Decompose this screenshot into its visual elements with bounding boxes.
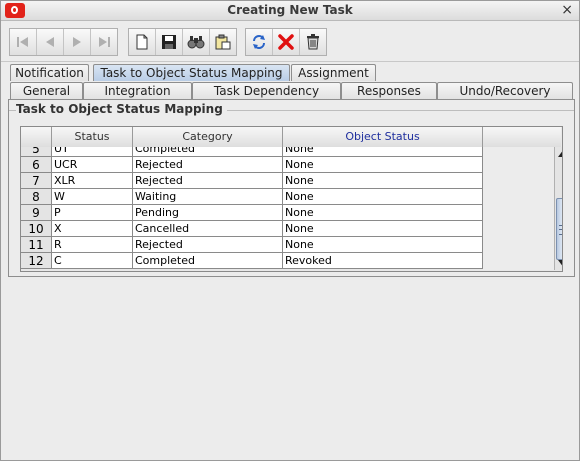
find-icon: [187, 36, 205, 49]
category-cell[interactable]: Cancelled: [133, 221, 283, 237]
clipboard-button[interactable]: [210, 29, 236, 55]
category-cell[interactable]: Waiting: [133, 189, 283, 205]
object-status-cell[interactable]: None: [283, 157, 483, 173]
category-cell[interactable]: Completed: [133, 147, 283, 157]
tab-responses[interactable]: Responses: [341, 82, 437, 99]
table-row[interactable]: 6 UCR Rejected None: [21, 157, 483, 173]
object-status-cell[interactable]: None: [283, 205, 483, 221]
window-title: Creating New Task: [227, 3, 353, 17]
first-record-icon: [17, 37, 28, 47]
table-row[interactable]: 10 X Cancelled None: [21, 221, 483, 237]
row-number-cell[interactable]: 7: [21, 173, 52, 189]
table-header: Status Category Object Status: [21, 127, 561, 148]
vertical-scrollbar[interactable]: [554, 147, 562, 270]
tab-integration[interactable]: Integration: [83, 82, 192, 99]
close-button[interactable]: ×: [561, 2, 573, 18]
refresh-button[interactable]: [246, 29, 273, 55]
status-cell[interactable]: C: [52, 253, 133, 269]
mapping-panel: Task to Object Status Mapping Status Cat…: [8, 99, 575, 277]
next-record-icon: [73, 37, 81, 47]
object-status-cell[interactable]: None: [283, 189, 483, 205]
status-cell[interactable]: UCR: [52, 157, 133, 173]
chevron-up-icon: [557, 151, 562, 157]
tab-undo-recovery[interactable]: Undo/Recovery: [437, 82, 573, 99]
row-number-cell[interactable]: 9: [21, 205, 52, 221]
new-document-icon: [136, 34, 148, 50]
table-body: 5 UT Completed None 6 UCR Rejected None 7 XLR Reje…: [21, 147, 554, 270]
status-cell[interactable]: W: [52, 189, 133, 205]
category-column-header[interactable]: Category: [133, 127, 283, 147]
refresh-icon: [253, 35, 265, 49]
tab-assignment[interactable]: Assignment: [291, 64, 376, 81]
row-number-cell[interactable]: 11: [21, 237, 52, 253]
table-row[interactable]: 7 XLR Rejected None: [21, 173, 483, 189]
table-row[interactable]: 8 W Waiting None: [21, 189, 483, 205]
row-number-cell[interactable]: 5: [21, 147, 52, 157]
row-number-cell[interactable]: 8: [21, 189, 52, 205]
table-row[interactable]: 9 P Pending None: [21, 205, 483, 221]
status-cell[interactable]: P: [52, 205, 133, 221]
row-number-cell[interactable]: 12: [21, 253, 52, 269]
scroll-up-button[interactable]: [556, 148, 562, 160]
category-cell[interactable]: Completed: [133, 253, 283, 269]
status-cell[interactable]: R: [52, 237, 133, 253]
row-number-header: [21, 127, 52, 147]
object-status-cell[interactable]: None: [283, 221, 483, 237]
clipboard-icon: [215, 34, 231, 50]
save-button[interactable]: [156, 29, 183, 55]
category-cell[interactable]: Rejected: [133, 157, 283, 173]
record-navigation-group: [9, 28, 118, 56]
row-number-cell[interactable]: 6: [21, 157, 52, 173]
scroll-thumb[interactable]: [556, 198, 562, 260]
find-button[interactable]: [183, 29, 210, 55]
next-record-button[interactable]: [64, 29, 91, 55]
category-cell[interactable]: Rejected: [133, 173, 283, 189]
table-empty-area: [483, 147, 554, 270]
document-actions-group: [128, 28, 237, 56]
category-cell[interactable]: Pending: [133, 205, 283, 221]
row-number-cell[interactable]: 10: [21, 221, 52, 237]
delete-icon: [278, 34, 294, 50]
title-bar[interactable]: Creating New Task ×: [1, 1, 579, 21]
tab-task-dependency[interactable]: Task Dependency: [192, 82, 341, 99]
status-mapping-table: Status Category Object Status 5 UT Complet…: [20, 126, 563, 272]
category-cell[interactable]: Rejected: [133, 237, 283, 253]
panel-title: Task to Object Status Mapping: [16, 102, 227, 116]
object-status-column-header[interactable]: Object Status: [283, 127, 483, 147]
scroll-grip-icon: [559, 225, 562, 235]
window: Creating New Task × Notification Task to…: [0, 0, 580, 461]
save-icon: [162, 35, 176, 49]
tab-task-to-object-status-mapping[interactable]: Task to Object Status Mapping: [93, 64, 290, 81]
toolbar: [1, 21, 579, 62]
tab-general[interactable]: General: [10, 82, 83, 99]
object-status-cell[interactable]: None: [283, 237, 483, 253]
tab-notification[interactable]: Notification: [10, 64, 89, 81]
status-cell[interactable]: UT: [52, 147, 133, 157]
status-cell[interactable]: XLR: [52, 173, 133, 189]
last-record-button[interactable]: [91, 29, 117, 55]
table-row[interactable]: 11 R Rejected None: [21, 237, 483, 253]
trash-button[interactable]: [300, 29, 326, 55]
chevron-down-icon: [557, 260, 562, 266]
delete-button[interactable]: [273, 29, 300, 55]
status-cell[interactable]: X: [52, 221, 133, 237]
table-row[interactable]: 5 UT Completed None: [21, 147, 483, 157]
previous-record-button[interactable]: [37, 29, 64, 55]
status-column-header[interactable]: Status: [52, 127, 133, 147]
trash-icon: [307, 34, 319, 50]
last-record-icon: [99, 37, 110, 47]
edit-actions-group: [245, 28, 327, 56]
object-status-cell[interactable]: Revoked: [283, 253, 483, 269]
new-document-button[interactable]: [129, 29, 156, 55]
scroll-down-button[interactable]: [556, 257, 562, 269]
table-row[interactable]: 12 C Completed Revoked: [21, 253, 483, 269]
object-status-cell[interactable]: None: [283, 173, 483, 189]
previous-record-icon: [46, 37, 54, 47]
object-status-cell[interactable]: None: [283, 147, 483, 157]
first-record-button[interactable]: [10, 29, 37, 55]
